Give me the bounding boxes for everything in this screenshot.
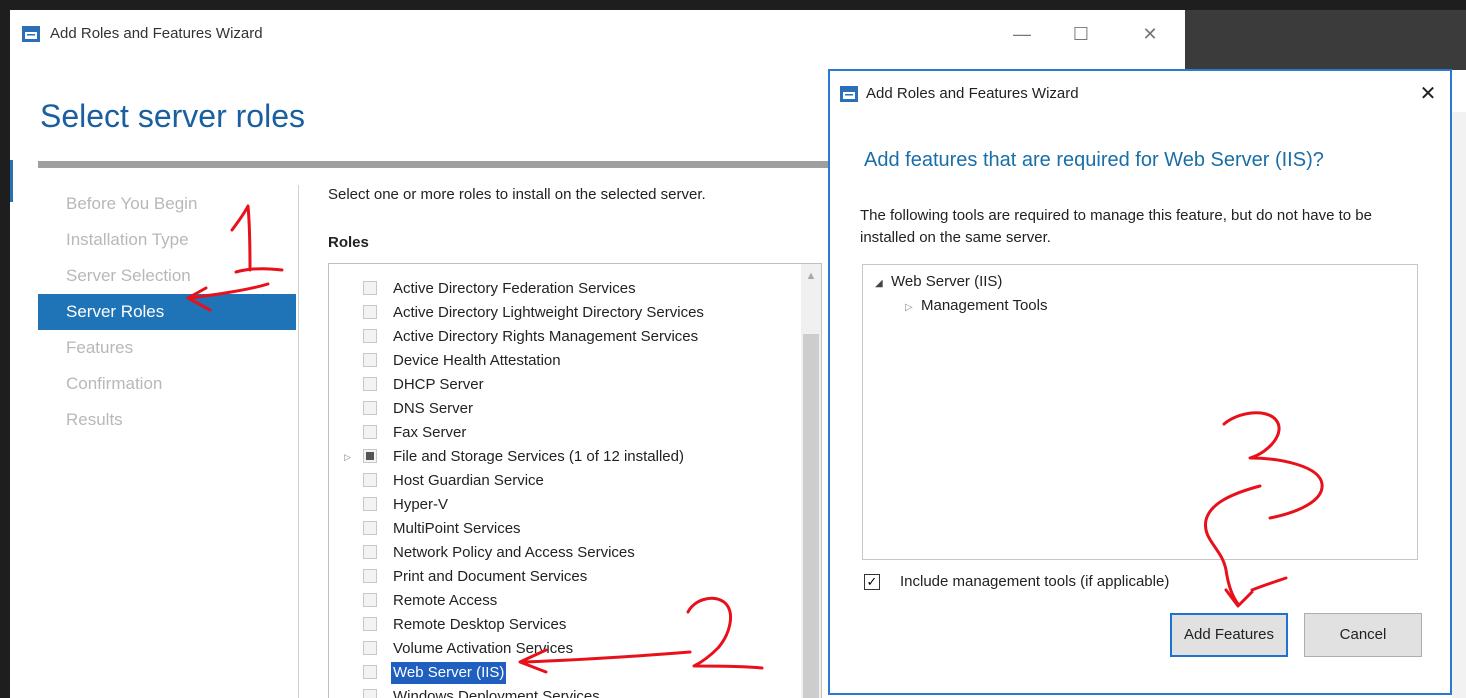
role-label[interactable]: Active Directory Federation Services	[393, 277, 636, 301]
roles-list: Active Directory Federation Services Acti…	[329, 277, 789, 698]
role-label[interactable]: Print and Document Services	[393, 565, 587, 589]
collapsed-arrow-icon[interactable]: ▷	[905, 302, 921, 313]
role-label[interactable]: Active Directory Rights Management Servi…	[393, 325, 698, 349]
dialog-title: Add Roles and Features Wizard	[866, 85, 1079, 102]
role-row[interactable]: Fax Server	[329, 421, 789, 445]
scroll-up-icon[interactable]: ▲	[801, 270, 821, 282]
role-checkbox[interactable]	[363, 401, 377, 415]
role-label[interactable]: Remote Access	[393, 589, 497, 613]
instruction-text: Select one or more roles to install on t…	[328, 186, 706, 203]
role-checkbox[interactable]	[363, 617, 377, 631]
role-label[interactable]: Windows Deployment Services	[393, 685, 600, 698]
role-row[interactable]: Active Directory Rights Management Servi…	[329, 325, 789, 349]
role-checkbox[interactable]	[363, 425, 377, 439]
background-scrollbar	[1452, 112, 1466, 698]
edge-accent	[10, 160, 13, 202]
step-server-roles[interactable]: Server Roles	[38, 294, 296, 330]
role-row[interactable]: Host Guardian Service	[329, 469, 789, 493]
role-row[interactable]: Active Directory Lightweight Directory S…	[329, 301, 789, 325]
close-button[interactable]: ✕	[1138, 22, 1162, 46]
role-label[interactable]: File and Storage Services (1 of 12 insta…	[393, 445, 684, 469]
role-row[interactable]: Web Server (IIS)	[329, 661, 789, 685]
roles-heading: Roles	[328, 234, 369, 251]
title-bar: Add Roles and Features Wizard — ☐ ✕	[10, 10, 1185, 58]
dialog-heading: Add features that are required for Web S…	[864, 149, 1324, 171]
role-row[interactable]: Print and Document Services	[329, 565, 789, 589]
tree-item-label: Management Tools	[921, 297, 1048, 314]
role-label[interactable]: Host Guardian Service	[393, 469, 544, 493]
role-label[interactable]: Fax Server	[393, 421, 466, 445]
role-label[interactable]: Active Directory Lightweight Directory S…	[393, 301, 704, 325]
server-manager-icon	[22, 26, 40, 42]
roles-list-box: Active Directory Federation Services Acti…	[328, 263, 822, 698]
step-results[interactable]: Results	[38, 402, 296, 438]
add-features-button[interactable]: Add Features	[1170, 613, 1288, 657]
step-features[interactable]: Features	[38, 330, 296, 366]
role-row[interactable]: Active Directory Federation Services	[329, 277, 789, 301]
background-strip	[1185, 10, 1466, 72]
role-row[interactable]: DHCP Server	[329, 373, 789, 397]
role-row[interactable]: MultiPoint Services	[329, 517, 789, 541]
step-before-you-begin[interactable]: Before You Begin	[38, 186, 296, 222]
role-checkbox[interactable]	[363, 329, 377, 343]
role-checkbox[interactable]	[363, 689, 377, 698]
role-row[interactable]: Network Policy and Access Services	[329, 541, 789, 565]
expanded-arrow-icon[interactable]: ◢	[875, 278, 891, 289]
role-checkbox[interactable]	[363, 521, 377, 535]
role-label[interactable]: DNS Server	[393, 397, 473, 421]
role-checkbox[interactable]	[363, 353, 377, 367]
include-checkbox[interactable]: ✓	[864, 574, 880, 590]
role-label[interactable]: Device Health Attestation	[393, 349, 561, 373]
role-checkbox[interactable]	[363, 377, 377, 391]
role-row[interactable]: Device Health Attestation	[329, 349, 789, 373]
role-row[interactable]: Windows Deployment Services	[329, 685, 789, 698]
features-tree: ◢ Web Server (IIS) ▷ Management Tools	[862, 264, 1418, 560]
heading-divider	[38, 161, 838, 168]
role-label[interactable]: MultiPoint Services	[393, 517, 521, 541]
step-installation-type[interactable]: Installation Type	[38, 222, 296, 258]
role-checkbox[interactable]	[363, 569, 377, 583]
dialog-description: The following tools are required to mana…	[860, 207, 1372, 246]
role-label[interactable]: Hyper-V	[393, 493, 448, 517]
tree-item-label: Web Server (IIS)	[891, 273, 1003, 290]
step-confirmation[interactable]: Confirmation	[38, 366, 296, 402]
role-row[interactable]: Volume Activation Services	[329, 637, 789, 661]
maximize-button[interactable]: ☐	[1069, 22, 1093, 46]
role-checkbox[interactable]	[363, 305, 377, 319]
required-features-dialog: Add Roles and Features Wizard ✕ Add feat…	[828, 69, 1452, 695]
role-label[interactable]: Volume Activation Services	[393, 637, 573, 661]
role-row[interactable]: Remote Desktop Services	[329, 613, 789, 637]
tree-item-management-tools[interactable]: ▷ Management Tools	[905, 297, 1047, 314]
dialog-close-button[interactable]: ✕	[1416, 81, 1440, 106]
role-checkbox[interactable]	[363, 545, 377, 559]
role-label[interactable]: DHCP Server	[393, 373, 484, 397]
role-row[interactable]: Hyper-V	[329, 493, 789, 517]
role-checkbox[interactable]	[363, 593, 377, 607]
role-label[interactable]: Network Policy and Access Services	[393, 541, 635, 565]
server-manager-icon	[840, 86, 858, 102]
step-server-selection[interactable]: Server Selection	[38, 258, 296, 294]
include-checkbox-label[interactable]: Include management tools (if applicable)	[900, 573, 1169, 590]
nav-divider	[298, 185, 299, 698]
role-label[interactable]: Web Server (IIS)	[391, 662, 507, 684]
cancel-button[interactable]: Cancel	[1304, 613, 1422, 657]
wizard-steps: Before You Begin Installation Type Server …	[38, 186, 296, 438]
page-title: Select server roles	[40, 98, 305, 134]
role-checkbox[interactable]	[363, 497, 377, 511]
window-title: Add Roles and Features Wizard	[50, 25, 263, 42]
roles-scrollbar[interactable]: ▲	[801, 264, 821, 698]
scroll-thumb[interactable]	[803, 334, 819, 698]
role-row[interactable]: Remote Access	[329, 589, 789, 613]
role-checkbox[interactable]	[363, 641, 377, 655]
role-checkbox[interactable]	[363, 449, 377, 463]
role-checkbox[interactable]	[363, 281, 377, 295]
tree-item-web-server[interactable]: ◢ Web Server (IIS)	[875, 273, 1002, 290]
role-checkbox[interactable]	[363, 665, 377, 679]
expand-arrow-icon[interactable]: ▷	[344, 445, 354, 469]
role-row[interactable]: ▷ File and Storage Services (1 of 12 inst…	[329, 445, 789, 469]
role-row[interactable]: DNS Server	[329, 397, 789, 421]
minimize-button[interactable]: —	[1010, 22, 1034, 46]
role-label[interactable]: Remote Desktop Services	[393, 613, 566, 637]
role-checkbox[interactable]	[363, 473, 377, 487]
